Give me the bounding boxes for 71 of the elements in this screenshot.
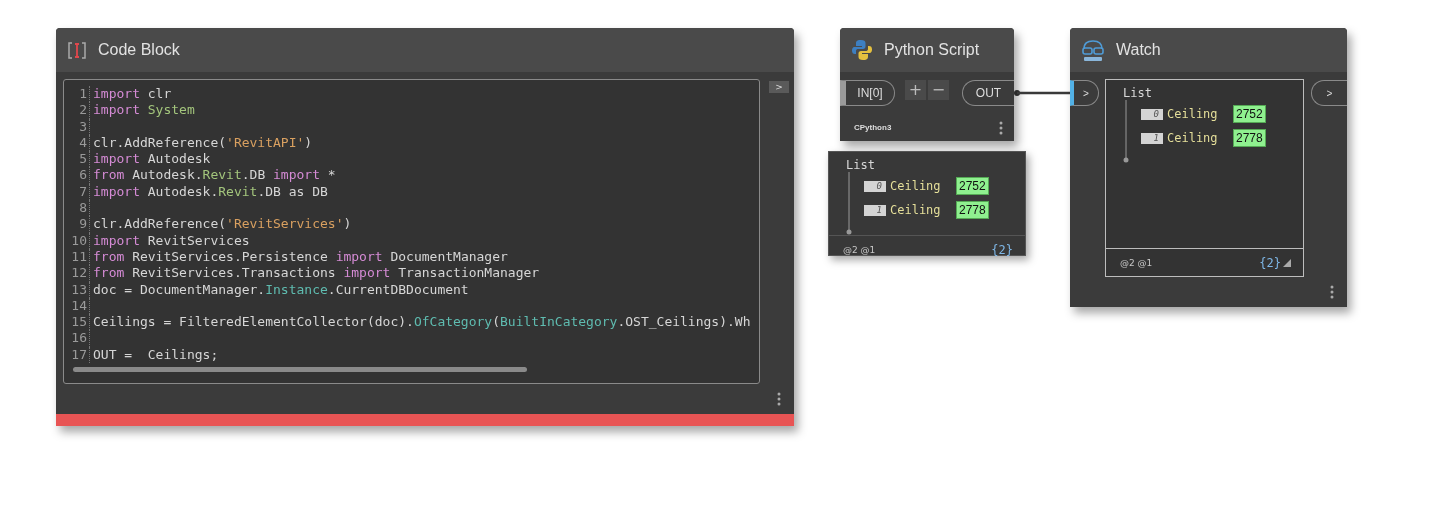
scrollbar-thumb[interactable] (73, 367, 527, 373)
item-label: Ceiling (1167, 107, 1219, 121)
index-label: 0 (864, 180, 886, 192)
line-number: 6 (64, 167, 90, 184)
code-line: import Autodesk.Revit.DB as DB (92, 183, 328, 201)
code-line: from RevitServices.Transactions import TransactionManager (92, 265, 540, 282)
line-number: 8 (64, 200, 90, 217)
bracket-icon (68, 41, 86, 59)
item-count: {2} (1259, 255, 1281, 270)
index-label: 1 (1141, 132, 1163, 144)
output-port[interactable]: > (1311, 80, 1347, 106)
line-number: 13 (64, 281, 90, 298)
wire (1014, 89, 1070, 97)
node-title: Watch (1116, 41, 1161, 59)
line-number: 4 (64, 134, 90, 152)
tree-line-icon (846, 172, 852, 235)
item-label: Ceiling (890, 179, 942, 193)
code-editor[interactable] (63, 79, 760, 384)
index-label: 0 (1141, 108, 1163, 120)
list-levels: @2 @1 (843, 244, 876, 255)
line-number: 5 (64, 151, 90, 168)
glasses-icon (1082, 38, 1104, 62)
line-number: 7 (64, 183, 90, 201)
line-number: 9 (64, 216, 90, 233)
node-title: Python Script (884, 41, 980, 59)
code-line: Ceilings = FilteredElementCollector(doc).OfCategory(BuiltInCategory.OST_Ceilings).Wh (92, 314, 751, 331)
code-line: import RevitServices (92, 232, 250, 249)
code-line: clr.AddReference('RevitServices') (92, 216, 352, 233)
output-port[interactable]: OUT (962, 80, 1014, 106)
add-input-button[interactable]: + (905, 80, 926, 100)
line-number: 15 (64, 314, 90, 331)
item-value: 2778 (1233, 129, 1266, 147)
code-line: import Autodesk (92, 151, 211, 168)
list-levels: @2 @1 (1120, 257, 1153, 268)
more-icon (999, 120, 1003, 135)
more-icon (1330, 285, 1334, 299)
code-line: import clr (92, 86, 172, 103)
item-value: 2752 (1233, 105, 1266, 123)
node-title: Code Block (98, 41, 180, 59)
python-logo-icon (852, 39, 872, 61)
output-port[interactable]: > (769, 81, 789, 93)
more-icon (777, 392, 781, 406)
tree-line-icon (1123, 100, 1129, 163)
line-number: 17 (64, 346, 90, 364)
list-label: List (1123, 86, 1153, 100)
line-number: 14 (64, 297, 90, 315)
line-number: 10 (64, 232, 90, 249)
line-number: 3 (64, 118, 90, 135)
code-line: OUT = Ceilings; (92, 346, 219, 364)
line-number: 12 (64, 265, 90, 282)
code-line: from RevitServices.Persistence import DocumentManager (92, 248, 508, 266)
line-number: 11 (64, 248, 90, 266)
input-port[interactable]: IN[0] (840, 80, 895, 106)
code-line: import System (92, 102, 195, 119)
line-number: 2 (64, 102, 90, 119)
remove-input-button[interactable]: − (928, 80, 949, 100)
code-line: from Autodesk.Revit.DB import * (92, 167, 336, 184)
resize-icon (1283, 258, 1291, 267)
index-label: 1 (864, 204, 886, 216)
line-number: 16 (64, 330, 90, 347)
list-label: List (846, 158, 876, 172)
item-value: 2778 (956, 201, 989, 219)
item-label: Ceiling (1167, 131, 1219, 145)
code-line: doc = DocumentManager.Instance.CurrentDBDocument (92, 281, 469, 298)
item-value: 2752 (956, 177, 989, 195)
code-line: clr.AddReference('RevitAPI') (92, 134, 313, 152)
item-label: Ceiling (890, 203, 942, 217)
engine-label: CPython3 (854, 123, 892, 132)
line-number: 1 (64, 86, 90, 103)
item-count: {2} (991, 242, 1013, 257)
input-port[interactable]: > (1070, 80, 1099, 106)
